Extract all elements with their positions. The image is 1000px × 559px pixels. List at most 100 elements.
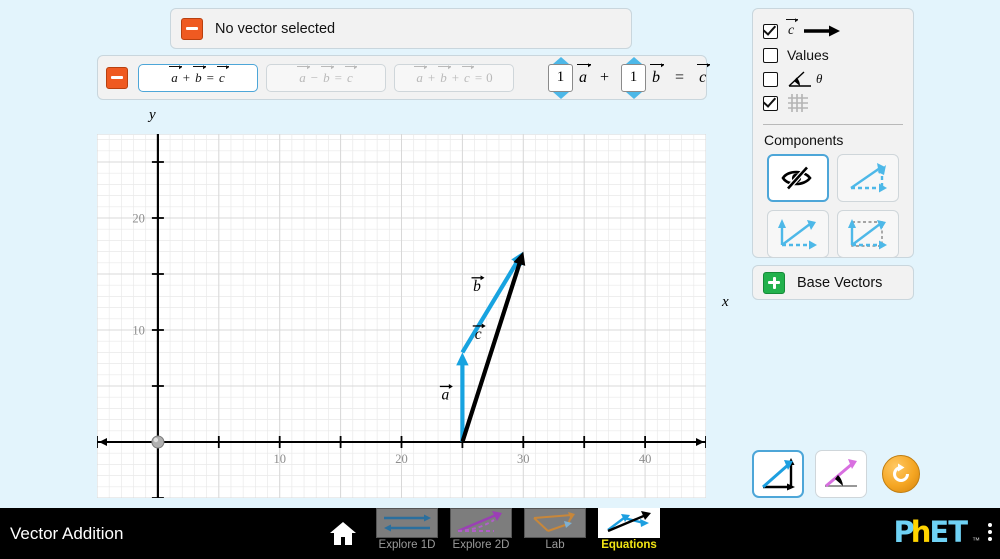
navigation-bar: Vector Addition Explore 1D Explore 2D La… <box>0 508 1000 559</box>
equation-selector-group: a + b = c a − b = c a + b + c = 0 <box>138 63 514 92</box>
operator-plus: + <box>451 69 460 85</box>
sum-vector-arrow-icon <box>804 25 841 37</box>
values-label: Values <box>787 47 829 63</box>
tab-lab[interactable]: Lab <box>522 505 588 559</box>
component-style-triangle[interactable] <box>837 154 899 202</box>
tab-label-explore-2d: Explore 2D <box>452 539 510 551</box>
svg-text:a: a <box>441 386 449 403</box>
scene-control-row <box>752 450 920 498</box>
base-vectors-panel[interactable]: Base Vectors <box>752 265 914 300</box>
live-operator-plus: + <box>600 68 610 86</box>
vector-b-symbol: b <box>321 65 333 85</box>
coefficient-b-decrement-arrow[interactable] <box>625 91 642 99</box>
graph-canvas[interactable]: 10 20 30 40 10 20 a b c <box>97 134 706 498</box>
operator-plus: + <box>427 69 436 85</box>
operator-minus: − <box>310 69 319 85</box>
component-style-invisible[interactable] <box>767 154 829 202</box>
coefficient-a-increment-arrow[interactable] <box>552 56 569 64</box>
operator-plus: + <box>182 69 191 85</box>
vector-a-symbol: a <box>297 65 310 85</box>
component-style-parallelogram[interactable] <box>767 210 829 258</box>
coefficient-a-spinner[interactable]: 1 <box>548 56 573 99</box>
tab-thumbnail-explore-2d <box>450 508 512 538</box>
svg-text:b: b <box>473 278 481 295</box>
home-icon <box>330 522 356 545</box>
x-axis-letter: x <box>722 294 729 310</box>
base-vectors-expand-button[interactable] <box>763 271 785 294</box>
angles-label: θ <box>787 70 822 89</box>
checkbox-values[interactable]: Values <box>763 43 913 67</box>
equation-button-a-plus-b-plus-c[interactable]: a + b + c = 0 <box>394 63 514 92</box>
vector-c-symbol: c <box>216 65 229 85</box>
vector-b-symbol: b <box>438 65 451 85</box>
angles-checkbox-box[interactable] <box>763 71 778 87</box>
tab-explore-2d[interactable]: Explore 2D <box>448 505 514 559</box>
coefficient-a-decrement-arrow[interactable] <box>552 91 569 99</box>
triangle-components-icon <box>850 163 887 193</box>
x-tick-label: 10 <box>273 452 286 466</box>
live-equation-group: 1 a + 1 b = c <box>548 56 711 99</box>
live-vector-a-symbol: a <box>577 63 591 86</box>
status-text: No vector selected <box>215 20 336 37</box>
operator-equals: = <box>206 69 214 85</box>
tab-thumbnail-explore-1d <box>376 508 438 538</box>
logo-trademark: ™ <box>972 536 980 545</box>
scene-button-polar[interactable] <box>815 450 867 498</box>
home-button[interactable] <box>320 508 366 559</box>
tab-equations[interactable]: Equations <box>596 505 662 559</box>
y-tick-label: 10 <box>132 324 145 338</box>
equation-button-a-minus-b[interactable]: a − b = c <box>266 63 386 92</box>
coefficient-b-value: 1 <box>629 69 638 85</box>
equation-collapse-button[interactable] <box>106 66 128 89</box>
origin-highlight <box>153 437 159 443</box>
vector-c-symbol: c <box>785 18 799 38</box>
components-title: Components <box>764 132 844 148</box>
polar-vector-icon <box>825 459 857 488</box>
tab-label-equations: Equations <box>601 539 657 551</box>
vector-graph[interactable]: 10 20 30 40 10 20 a b c y x <box>97 107 729 498</box>
cartesian-vector-icon <box>762 458 795 491</box>
eye-off-icon <box>781 165 812 191</box>
logo-letters-et: ET <box>929 515 968 549</box>
equation-toolbar-panel: a + b = c a − b = c a + b + c = 0 1 a + … <box>97 55 711 100</box>
component-style-projection[interactable] <box>837 210 899 258</box>
svg-text:c: c <box>475 326 482 343</box>
x-tick-label: 20 <box>395 452 408 466</box>
status-collapse-button[interactable] <box>181 17 203 40</box>
coefficient-b-spinner[interactable]: 1 <box>621 56 647 99</box>
projection-components-icon <box>848 219 887 250</box>
operator-equals: = <box>474 69 483 85</box>
coefficient-b-increment-arrow[interactable] <box>625 56 642 64</box>
reset-all-button[interactable] <box>882 455 920 493</box>
lab-thumb-icon <box>533 512 575 532</box>
kebab-menu-icon[interactable] <box>988 523 992 541</box>
phet-logo[interactable]: P h ET ™ <box>893 515 992 549</box>
live-vector-c-symbol: c <box>697 63 711 86</box>
base-vectors-label: Base Vectors <box>797 274 883 291</box>
checkbox-grid[interactable] <box>763 91 913 115</box>
reset-all-icon <box>893 463 909 482</box>
grid-checkbox-box[interactable] <box>763 95 778 111</box>
tab-explore-1d[interactable]: Explore 1D <box>374 505 440 559</box>
y-axis-letter: y <box>149 107 156 123</box>
coefficient-a-value: 1 <box>556 69 565 85</box>
nav-tabs-container: Explore 1D Explore 2D Lab Equations <box>320 508 662 559</box>
sum-vector-checkbox-box[interactable] <box>763 23 778 39</box>
simulation-root: No vector selected a + b = c a − b = c a… <box>0 0 1000 559</box>
angle-theta-icon <box>788 70 811 87</box>
origin-manipulator <box>151 435 165 449</box>
checkbox-angles[interactable]: θ <box>763 67 913 91</box>
values-checkbox-box[interactable] <box>763 47 778 63</box>
component-style-group <box>767 154 913 258</box>
tab-label-explore-1d: Explore 1D <box>378 539 436 551</box>
vector-a-symbol: a <box>169 65 182 85</box>
grid-label <box>787 93 809 113</box>
tab-label-lab: Lab <box>545 539 565 551</box>
tab-thumbnail-equations <box>598 508 660 538</box>
equation-button-a-plus-b[interactable]: a + b = c <box>138 63 258 92</box>
checkbox-sum-vector[interactable]: c <box>763 18 913 43</box>
sum-vector-label: c <box>785 18 841 39</box>
grid-icon <box>788 94 808 112</box>
scene-button-cartesian[interactable] <box>752 450 804 498</box>
vector-b-symbol: b <box>193 65 205 85</box>
